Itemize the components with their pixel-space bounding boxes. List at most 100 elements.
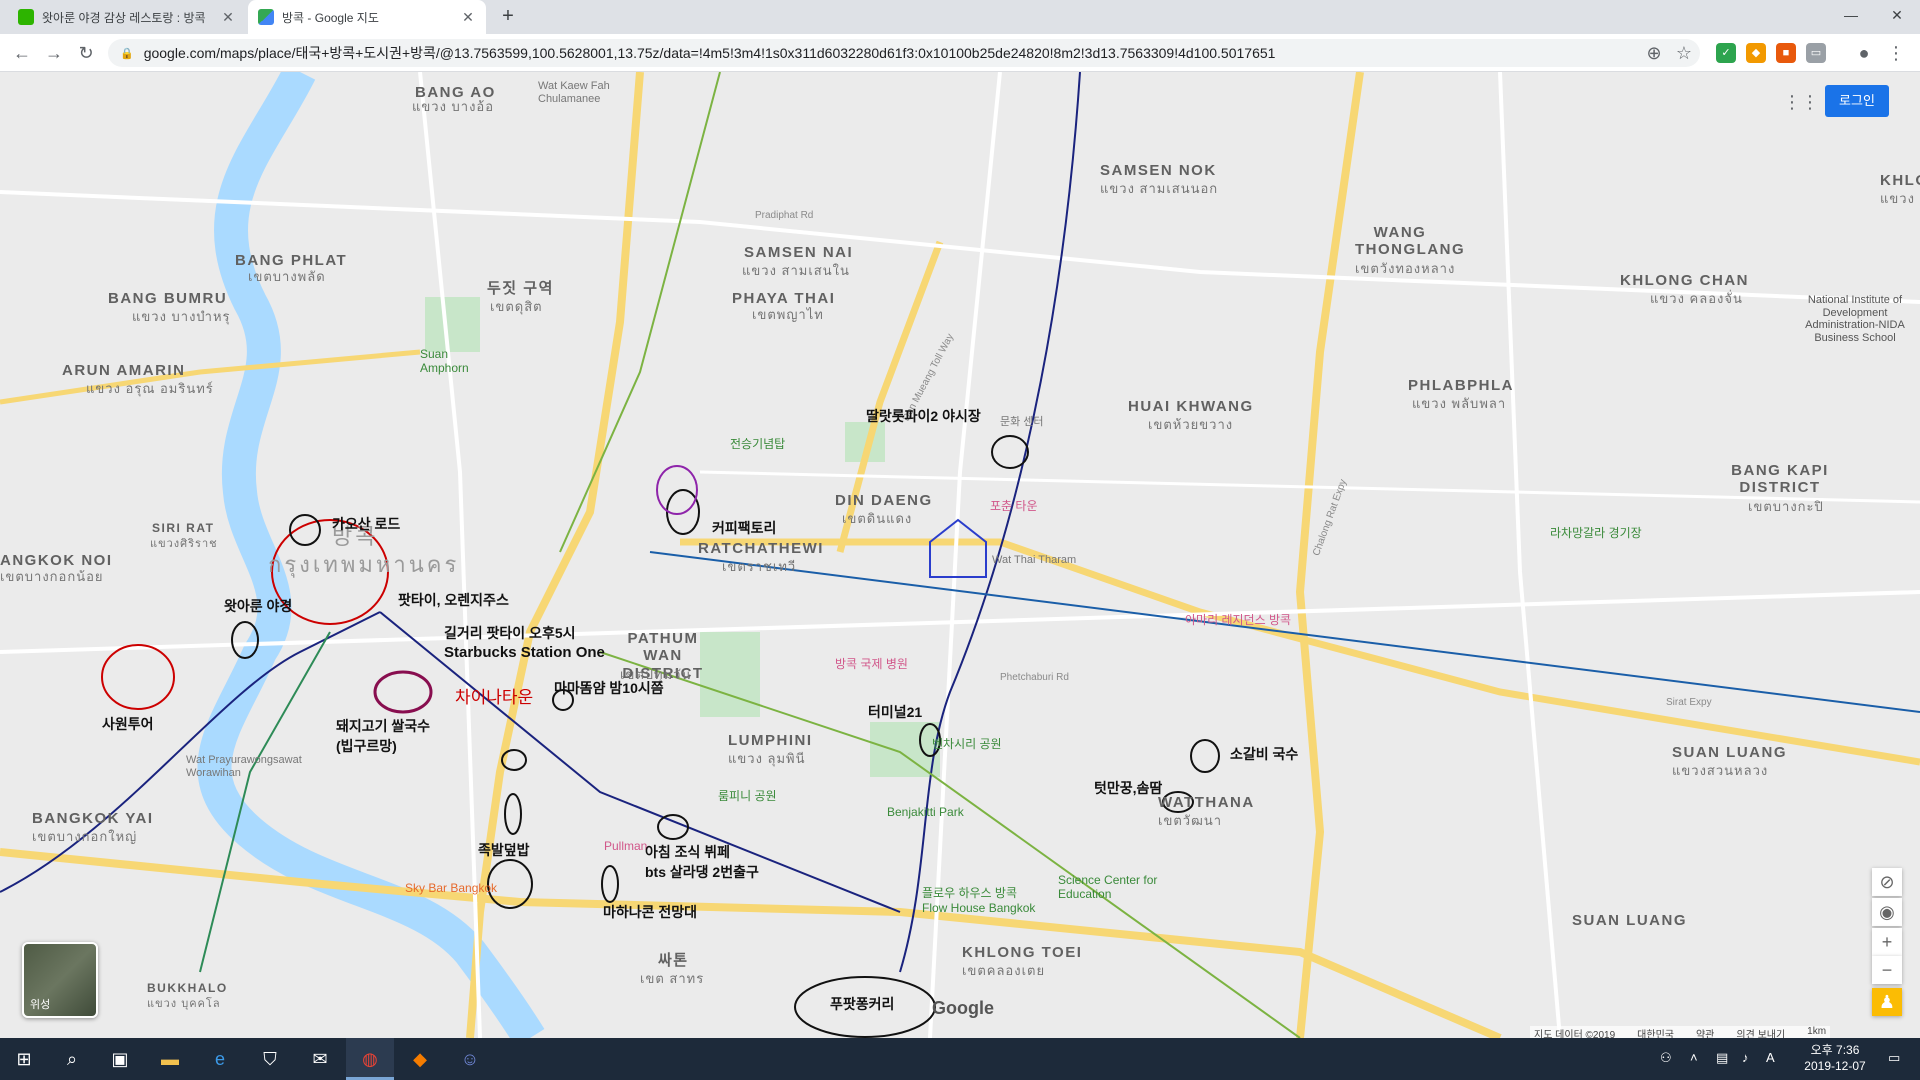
district-sub-label: แขวง คลองจ [1880,191,1920,206]
extension-icon[interactable]: ▭ [1806,43,1826,63]
annotation-label: 아침 조식 뷔페 [645,844,731,860]
extension-icon[interactable]: ✓ [1716,43,1736,63]
road-label: Phetchaburi Rd [1000,672,1069,683]
install-icon[interactable]: ⊕ [1642,41,1666,65]
poi-label[interactable]: 라차망갈라 경기장 [1550,526,1642,541]
annotation-label: 마마똠얌 밤10시쯤 [554,680,664,696]
notification-icon[interactable]: ▭ [1888,1050,1900,1066]
district-label: PHLABPHLA [1408,377,1514,394]
poi-label[interactable]: 아마리 레지던스 방콕 [1185,613,1291,628]
annotation-label: 돼지고기 쌀국수 [336,718,431,734]
poi-label[interactable]: 전승기념탑 [730,437,785,452]
annotation-label: 팟타이, 오렌지주스 [398,592,509,608]
feedback-link[interactable]: 의견 보내기 [1736,1026,1785,1038]
map-canvas[interactable]: BANG AO แขวง บางอ้อ BANG PHLAT เขตบางพลั… [0,72,1920,1038]
annotation-label: 소갈비 국수 [1230,746,1299,762]
my-location-icon[interactable]: ◉ [1872,898,1902,926]
close-tab-icon[interactable]: ✕ [220,9,236,26]
app-pin-icon[interactable]: ◆ [396,1038,444,1080]
poi-label[interactable]: 플로우 하우스 방콕 [922,886,1017,901]
poi-label[interactable]: Wat Thai Tharam [992,554,1076,567]
district-label: WATTHANA [1158,794,1255,811]
poi-label[interactable]: 문화 센터 [1000,416,1044,429]
district-label: WANG THONGLANG [1355,224,1466,259]
poi-label[interactable]: Sky Bar Bangkok [405,881,497,896]
annotation-label: 왓아룬 야경 [224,598,293,614]
attribution-region[interactable]: 대한민국 [1637,1026,1674,1038]
new-tab-button[interactable]: + [496,5,520,29]
search-icon[interactable]: ⌕ [48,1038,96,1080]
mail-icon[interactable]: ✉ [296,1038,344,1080]
district-sub-label: แขวง สามเสนนอก [1100,181,1219,196]
district-label: ANGKOK NOI [0,552,113,569]
park-label[interactable]: Benjakitti Park [887,805,964,820]
district-sub-label: แขวง บางบำหรุ [132,309,231,324]
tab-google-maps[interactable]: 방콕 - Google 지도 ✕ [248,0,486,34]
poi-label[interactable]: Flow House Bangkok [922,901,1035,916]
edge-icon[interactable]: e [196,1038,244,1080]
district-sub-label: แขวง บางอ้อ [412,99,495,114]
close-tab-icon[interactable]: ✕ [460,9,476,26]
zoom-in-button[interactable]: + [1872,928,1902,956]
tray-up-icon[interactable]: ˄ [1690,1050,1698,1065]
back-icon[interactable]: ← [10,41,34,65]
task-view-icon[interactable]: ▣ [96,1038,144,1080]
poi-label[interactable]: Science Center for Education [1058,873,1158,902]
compass-icon[interactable]: ⊘ [1872,868,1902,896]
scale-label[interactable]: 1km [1807,1026,1826,1038]
district-sub-label: แขวง พลับพลา [1412,396,1507,411]
ime-indicator[interactable]: A [1766,1050,1775,1065]
zoom-out-button[interactable]: − [1872,956,1902,984]
naver-blog-icon [18,9,34,25]
minimize-icon[interactable]: — [1828,0,1874,34]
person-icon[interactable]: ⚇ [1660,1050,1672,1066]
poi-label[interactable]: 방콕 국제 병원 [835,657,908,672]
discord-icon[interactable]: ☺ [446,1038,494,1080]
annotation-label: 차이나타운 [455,688,534,707]
reload-icon[interactable]: ↻ [74,41,98,65]
annotation-label: 사원투어 [102,716,154,732]
satellite-toggle[interactable]: 위성 [22,942,98,1018]
poi-label[interactable]: Pullman [604,839,647,854]
network-icon[interactable]: ▤ [1716,1050,1728,1066]
park-label[interactable]: 벤차시리 공원 [932,737,1002,752]
chrome-icon[interactable]: ◍ [346,1038,394,1080]
annotation-label: 족발덮밥 [478,842,530,858]
system-clock[interactable]: 오후 7:36 2019-12-07 [1790,1042,1880,1074]
login-button[interactable]: 로그인 [1825,85,1889,117]
district-label: BANG KAPI DISTRICT [1731,462,1829,497]
forward-icon[interactable]: → [42,41,66,65]
extension-icon[interactable]: ◆ [1746,43,1766,63]
close-window-icon[interactable]: ✕ [1874,0,1920,34]
poi-label[interactable]: 포춘 타운 [990,499,1038,514]
tab-restaurant[interactable]: 왓아룬 야경 감상 레스토랑 : 방콕 ✕ [8,0,246,34]
tab-title: 방콕 - Google 지도 [282,10,379,25]
menu-icon[interactable]: ⋮ [1884,41,1908,65]
apps-grid-icon[interactable]: ⋮⋮ [1783,92,1819,112]
annotation-label: (빕구르망) [336,738,397,754]
bookmark-star-icon[interactable]: ☆ [1672,41,1696,65]
windows-taskbar: ⊞ ⌕ ▣ ▬ e ⛉ ✉ ◍ ◆ ☺ ⚇ ˄ ▤ ♪ A 오후 7:36 20… [0,1038,1920,1080]
pegman-icon[interactable]: ♟ [1872,988,1902,1016]
satellite-label: 위성 [30,999,51,1011]
district-label: SAMSEN NAI [744,244,854,261]
poi-label[interactable]: Wat Prayurawongsawat Worawihan [186,754,316,779]
windows-start-icon[interactable]: ⊞ [0,1038,48,1080]
poi-label[interactable]: Wat Kaew Fah Chulamanee [538,80,648,105]
district-sub-label: เขตห้วยขวาง [1148,417,1234,432]
extension-icon[interactable]: ■ [1776,43,1796,63]
profile-icon[interactable]: ● [1852,41,1876,65]
store-icon[interactable]: ⛉ [246,1038,294,1080]
district-label: LUMPHINI [728,732,813,749]
district-label: 두짓 구역 [487,280,554,297]
clock-date: 2019-12-07 [1804,1059,1866,1073]
park-label[interactable]: 룸피니 공원 [718,789,777,804]
file-explorer-icon[interactable]: ▬ [146,1038,194,1080]
district-label: SAMSEN NOK [1100,162,1217,179]
terms-link[interactable]: 약관 [1696,1026,1714,1038]
poi-label[interactable]: National Institute of Development Admini… [1800,294,1910,345]
volume-icon[interactable]: ♪ [1742,1050,1749,1065]
park-label[interactable]: Suan Amphorn [420,347,490,376]
browser-window: 왓아룬 야경 감상 레스토랑 : 방콕 ✕ 방콕 - Google 지도 ✕ +… [0,0,1920,1038]
address-bar[interactable]: 🔒 google.com/maps/place/태국+방콕+도시권+방콕/@13… [108,39,1700,67]
